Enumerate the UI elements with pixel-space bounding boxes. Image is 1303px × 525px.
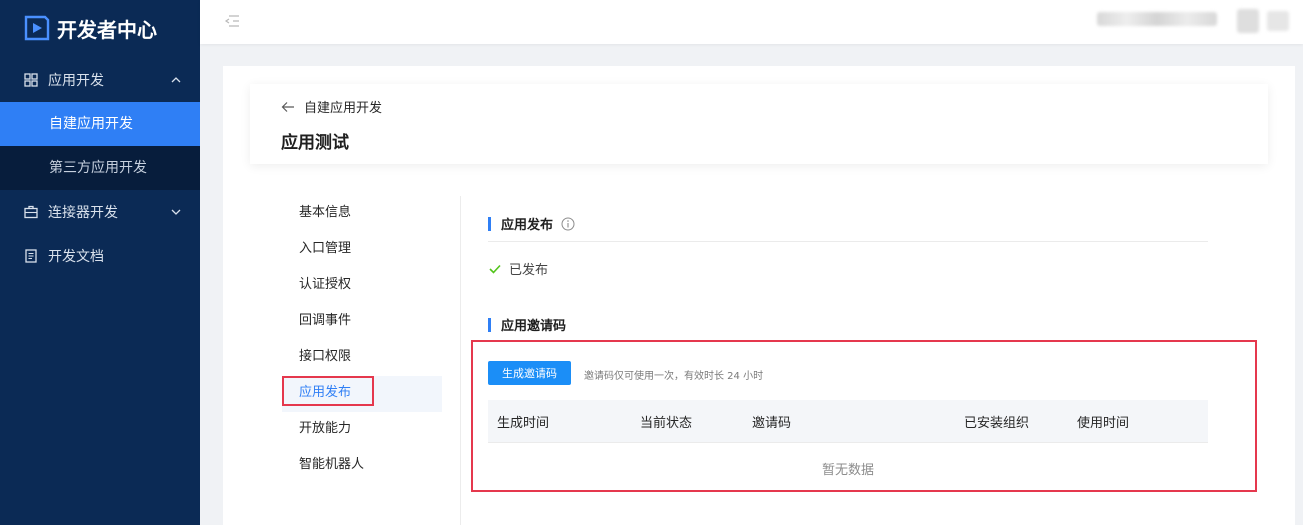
invite-section-title: 应用邀请码	[488, 315, 566, 334]
highlight-box	[282, 376, 374, 406]
sidebar-group-label: 应用开发	[48, 73, 104, 89]
publish-section-title: 应用发布	[488, 214, 575, 233]
column-header-invite-code: 邀请码	[752, 416, 792, 431]
logo-icon	[24, 15, 50, 41]
page-header-card: 自建应用开发 应用测试	[250, 84, 1268, 164]
check-icon	[489, 264, 501, 274]
generate-invite-code-button[interactable]: 生成邀请码	[488, 361, 571, 385]
top-header	[200, 0, 1303, 44]
chevron-up-icon	[171, 77, 181, 83]
logo[interactable]: 开发者中心	[0, 0, 200, 56]
empty-state: 暂无数据	[821, 463, 874, 478]
vertical-divider	[460, 196, 461, 525]
sidebar-submenu: 自建应用开发 第三方应用开发	[0, 102, 200, 190]
menu-item-entry-management[interactable]: 入口管理	[282, 232, 442, 268]
sidebar-group-label: 连接器开发	[48, 205, 118, 221]
sidebar-item-third-party-app[interactable]: 第三方应用开发	[0, 146, 200, 190]
menu-item-open-capabilities[interactable]: 开放能力	[282, 412, 442, 448]
page-title: 应用测试	[281, 133, 349, 153]
sidebar: 开发者中心 应用开发 自建应用开发 第三方应用开发 连接器开发 开发文档	[0, 0, 200, 525]
section-title-text: 应用邀请码	[501, 319, 567, 334]
table-header: 生成时间 当前状态 邀请码 已安装组织 使用时间	[488, 400, 1208, 442]
invite-hint: 邀请码仅可使用一次，有效时长 24 小时	[584, 371, 764, 382]
menu-item-basic-info[interactable]: 基本信息	[282, 196, 442, 232]
sidebar-group-docs[interactable]: 开发文档	[0, 234, 200, 278]
document-icon	[25, 249, 37, 263]
sidebar-item-custom-app[interactable]: 自建应用开发	[0, 102, 200, 146]
publish-status: 已发布	[489, 259, 548, 278]
menu-item-bot[interactable]: 智能机器人	[282, 448, 442, 484]
avatar[interactable]	[1237, 9, 1259, 33]
status-text: 已发布	[509, 263, 549, 278]
title-bar	[488, 317, 491, 332]
column-header-created-time: 生成时间	[497, 416, 550, 431]
column-header-status: 当前状态	[640, 416, 693, 431]
sidebar-group-connector[interactable]: 连接器开发	[0, 190, 200, 234]
section-title-text: 应用发布	[501, 218, 554, 233]
app-title: 开发者中心	[57, 17, 157, 42]
sidebar-group-label: 开发文档	[48, 249, 104, 265]
column-header-installed-org: 已安装组织	[964, 416, 1030, 431]
chevron-down-icon	[171, 209, 181, 215]
menu-item-app-publish[interactable]: 应用发布	[282, 376, 442, 412]
column-header-used-time: 使用时间	[1077, 416, 1130, 431]
menu-item-callback-events[interactable]: 回调事件	[282, 304, 442, 340]
menu-item-api-permissions[interactable]: 接口权限	[282, 340, 442, 376]
avatar-secondary[interactable]	[1267, 11, 1289, 31]
table-divider	[488, 442, 1208, 443]
briefcase-icon	[24, 205, 38, 219]
settings-menu: 基本信息 入口管理 认证授权 回调事件 接口权限 应用发布 开放能力 智能机器人	[282, 196, 442, 484]
back-link[interactable]: 自建应用开发	[281, 97, 382, 116]
section-divider	[488, 241, 1208, 242]
title-bar	[488, 216, 491, 231]
grid-icon	[24, 73, 38, 87]
sidebar-group-app-dev[interactable]: 应用开发	[0, 58, 200, 102]
back-label: 自建应用开发	[304, 101, 383, 116]
arrow-left-icon	[281, 101, 294, 112]
info-icon[interactable]	[561, 217, 575, 231]
collapse-menu-icon[interactable]	[224, 14, 240, 28]
user-info-blurred[interactable]	[1097, 12, 1217, 26]
menu-item-auth[interactable]: 认证授权	[282, 268, 442, 304]
